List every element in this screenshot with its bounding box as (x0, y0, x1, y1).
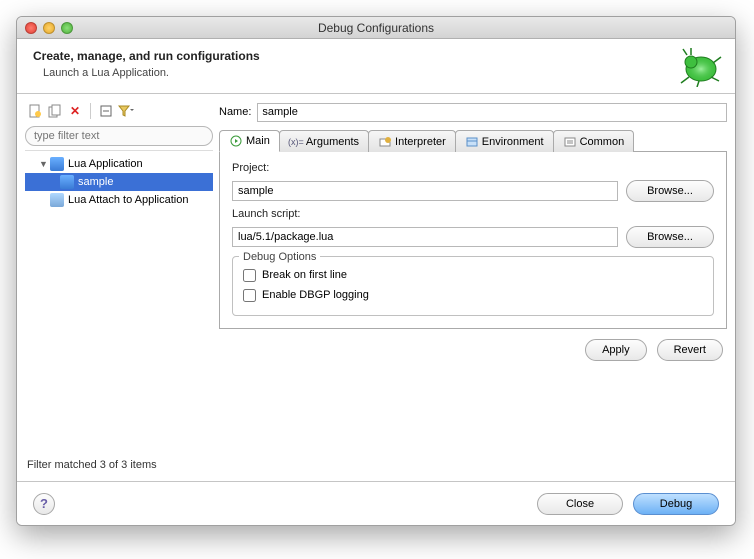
tab-label: Environment (482, 136, 544, 148)
tree-item-lua-attach[interactable]: Lua Attach to Application (25, 191, 213, 209)
filter-input[interactable] (25, 126, 213, 146)
browse-project-button[interactable]: Browse... (626, 180, 714, 202)
close-button[interactable]: Close (537, 493, 623, 515)
titlebar: Debug Configurations (17, 17, 735, 39)
left-panel: ✕ ▼ Lua Application sample (25, 100, 213, 479)
apply-revert-row: Apply Revert (219, 339, 727, 361)
tree-label: Lua Attach to Application (68, 194, 188, 206)
tab-label: Interpreter (395, 136, 446, 148)
tab-label: Arguments (306, 136, 359, 148)
tab-content-main: Project: Browse... Launch script: Browse… (219, 152, 727, 329)
twisty-icon[interactable]: ▼ (39, 159, 49, 169)
project-input[interactable] (232, 181, 618, 201)
tree-item-lua-application[interactable]: ▼ Lua Application (25, 155, 213, 173)
script-row: Browse... (232, 226, 714, 248)
interpreter-icon (378, 135, 392, 149)
break-first-line-row: Break on first line (243, 265, 703, 285)
tab-common[interactable]: Common (553, 130, 635, 152)
bug-icon (675, 47, 723, 90)
tab-main[interactable]: Main (219, 130, 280, 152)
script-label: Launch script: (232, 208, 714, 220)
lua-app-icon (49, 156, 65, 172)
collapse-all-icon[interactable] (98, 103, 114, 119)
run-icon (229, 134, 243, 148)
tree-item-sample[interactable]: sample (25, 173, 213, 191)
script-input[interactable] (232, 227, 618, 247)
lua-attach-icon (49, 192, 65, 208)
duplicate-config-icon[interactable] (47, 103, 63, 119)
dialog-window: Debug Configurations Create, manage, and… (16, 16, 736, 526)
dbgp-logging-label: Enable DBGP logging (262, 289, 369, 301)
tab-arguments[interactable]: (x)= Arguments (279, 130, 369, 152)
arguments-icon: (x)= (289, 135, 303, 149)
dbgp-logging-checkbox[interactable] (243, 289, 256, 302)
tree-label: sample (78, 176, 113, 188)
tabbar: Main (x)= Arguments Interpreter Environm… (219, 128, 727, 152)
help-button[interactable]: ? (33, 493, 55, 515)
debug-button[interactable]: Debug (633, 493, 719, 515)
revert-button[interactable]: Revert (657, 339, 723, 361)
dialog-footer: ? Close Debug (17, 481, 735, 525)
debug-options-fieldset: Debug Options Break on first line Enable… (232, 256, 714, 316)
tree-label: Lua Application (68, 158, 143, 170)
debug-options-legend: Debug Options (239, 251, 320, 263)
name-row: Name: (219, 100, 727, 124)
break-first-line-checkbox[interactable] (243, 269, 256, 282)
common-icon (563, 135, 577, 149)
name-input[interactable] (257, 103, 727, 122)
header-title: Create, manage, and run configurations (33, 49, 719, 63)
window-title: Debug Configurations (17, 21, 735, 35)
break-first-line-label: Break on first line (262, 269, 347, 281)
filter-status: Filter matched 3 of 3 items (25, 455, 213, 479)
tab-environment[interactable]: Environment (455, 130, 554, 152)
config-tree: ▼ Lua Application sample Lua Attach to A… (25, 150, 213, 455)
new-config-icon[interactable] (27, 103, 43, 119)
apply-button[interactable]: Apply (585, 339, 647, 361)
dbgp-logging-row: Enable DBGP logging (243, 285, 703, 305)
config-toolbar: ✕ (25, 100, 213, 122)
dialog-header: Create, manage, and run configurations L… (17, 39, 735, 94)
name-label: Name: (219, 106, 251, 118)
tab-interpreter[interactable]: Interpreter (368, 130, 456, 152)
filter-dropdown-icon[interactable] (118, 103, 134, 119)
project-row: Browse... (232, 180, 714, 202)
toolbar-separator (90, 103, 91, 119)
dialog-body: ✕ ▼ Lua Application sample (17, 94, 735, 481)
header-subtitle: Launch a Lua Application. (43, 67, 719, 79)
delete-config-icon[interactable]: ✕ (67, 103, 83, 119)
tab-label: Main (246, 135, 270, 147)
environment-icon (465, 135, 479, 149)
project-label: Project: (232, 162, 714, 174)
right-panel: Name: Main (x)= Arguments Interpreter (219, 100, 727, 479)
lua-app-icon (59, 174, 75, 190)
browse-script-button[interactable]: Browse... (626, 226, 714, 248)
tab-label: Common (580, 136, 625, 148)
